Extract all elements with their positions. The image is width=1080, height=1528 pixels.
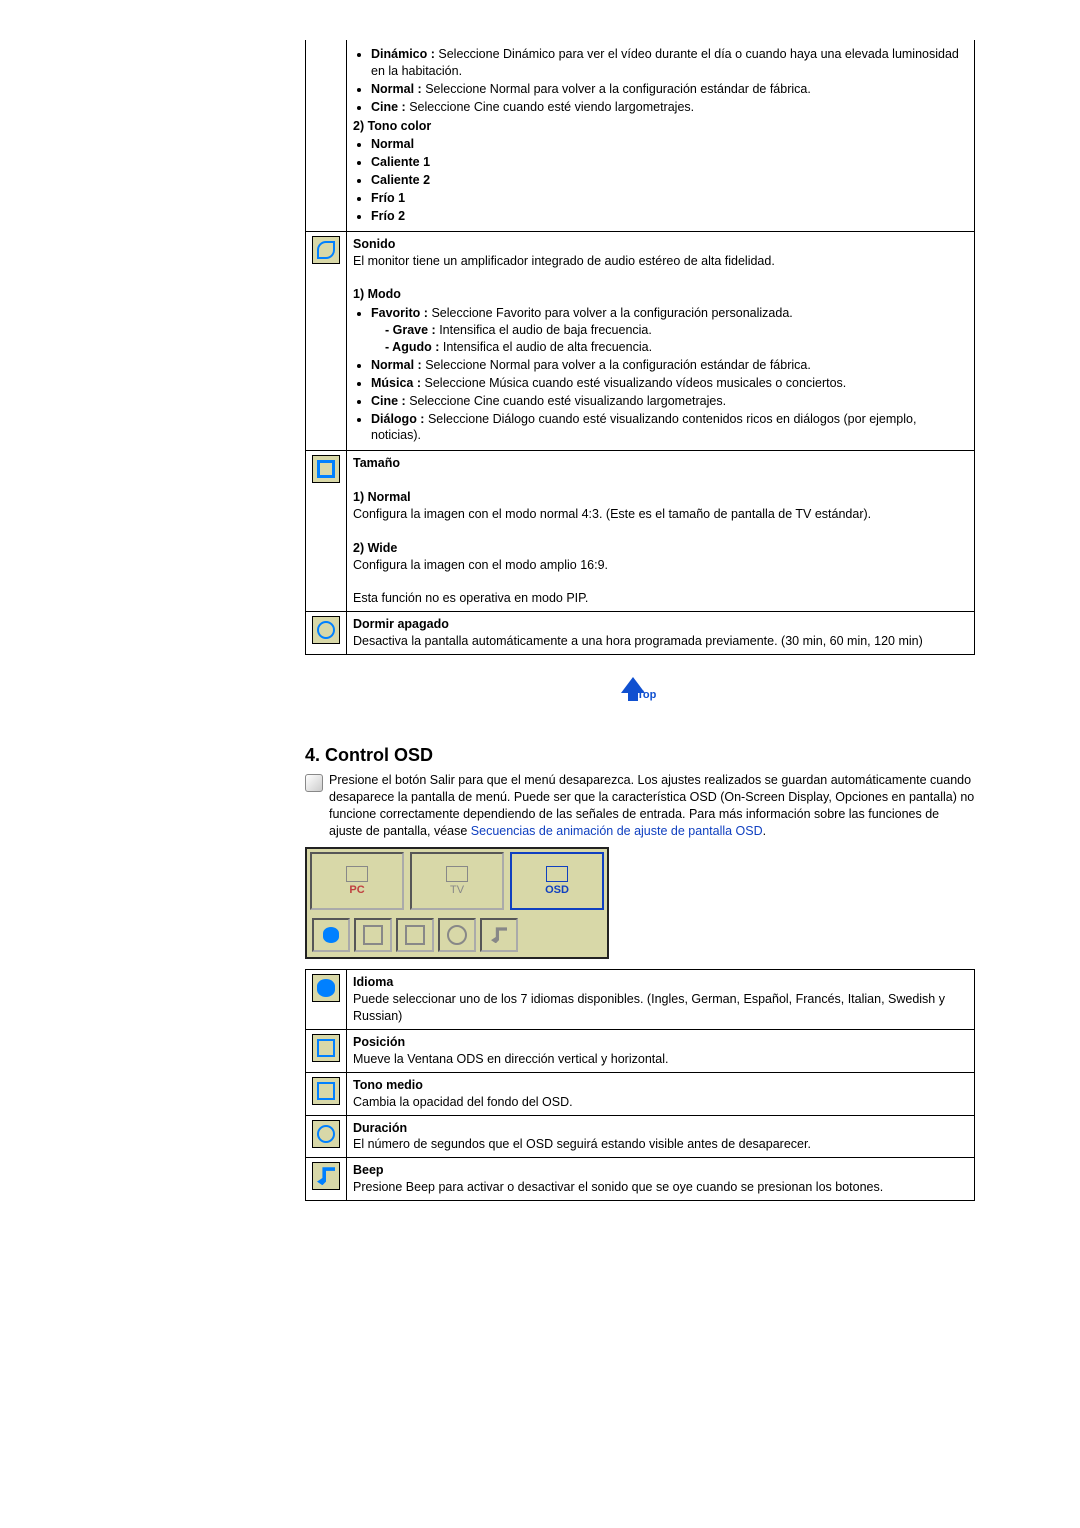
posición-icon (312, 1034, 340, 1062)
sleep-title: Dormir apagado (353, 616, 968, 633)
size-cell: Tamaño 1) Normal Configura la imagen con… (347, 451, 975, 612)
sound-title: Sonido (353, 236, 968, 253)
section-4-intro: Presione el botón Salir para que el menú… (329, 772, 975, 840)
beep-icon (312, 1162, 340, 1190)
osd-row-icon-cell (306, 970, 347, 1030)
osd-row-icon-cell (306, 1115, 347, 1158)
osd-animation-link[interactable]: Secuencias de animación de ajuste de pan… (471, 824, 763, 838)
back-to-top-link[interactable]: Top (617, 675, 663, 715)
sound-icon (312, 236, 340, 264)
osd-subicons (307, 913, 607, 957)
osd-sub-idioma[interactable] (312, 918, 350, 952)
osd-row-title: Idioma (353, 974, 968, 991)
image-modo-list: Dinámico : Seleccione Dinámico para ver … (371, 46, 968, 116)
osd-icon (546, 866, 568, 882)
sound-icon-cell (306, 231, 347, 451)
osd-row-desc: Cambia la opacidad del fondo del OSD. (353, 1094, 968, 1111)
osd-row-icon-cell (306, 1030, 347, 1073)
osd-row-desc: Puede seleccionar uno de los 7 idiomas d… (353, 991, 968, 1025)
size-wide-heading: 2) Wide (353, 540, 968, 557)
osd-sub-tono[interactable] (396, 918, 434, 952)
osd-tab-pc[interactable]: PC (310, 852, 404, 910)
osd-row-title: Duración (353, 1120, 968, 1137)
size-normal-desc: Configura la imagen con el modo normal 4… (353, 506, 968, 523)
size-wide-desc: Configura la imagen con el modo amplio 1… (353, 557, 968, 574)
osd-settings-table: IdiomaPuede seleccionar uno de los 7 idi… (305, 969, 975, 1201)
tv-icon (446, 866, 468, 882)
osd-sub-duracion[interactable] (438, 918, 476, 952)
size-note: Esta función no es operativa en modo PIP… (353, 590, 968, 607)
osd-row-icon-cell (306, 1072, 347, 1115)
osd-row-desc: El número de segundos que el OSD seguirá… (353, 1136, 968, 1153)
sound-modo-list: Favorito : Seleccione Favorito para volv… (371, 305, 968, 444)
sound-desc: El monitor tiene un amplificador integra… (353, 253, 968, 270)
size-normal-heading: 1) Normal (353, 489, 968, 506)
osd-row-icon-cell (306, 1158, 347, 1201)
osd-sub-posicion[interactable] (354, 918, 392, 952)
sound-cell: Sonido El monitor tiene un amplificador … (347, 231, 975, 451)
osd-row-text: IdiomaPuede seleccionar uno de los 7 idi… (347, 970, 975, 1030)
size-icon (312, 455, 340, 483)
osd-row-text: Tono medioCambia la opacidad del fondo d… (347, 1072, 975, 1115)
osd-row-title: Beep (353, 1162, 968, 1179)
osd-row-title: Posición (353, 1034, 968, 1051)
spacer-cell (306, 40, 347, 231)
sleep-cell: Dormir apagado Desactiva la pantalla aut… (347, 612, 975, 655)
sleep-icon-cell (306, 612, 347, 655)
osd-tab-tv[interactable]: TV (410, 852, 504, 910)
osd-tabs: PC TV OSD (307, 849, 607, 913)
size-title: Tamaño (353, 455, 968, 472)
osd-row-title: Tono medio (353, 1077, 968, 1094)
osd-row-text: DuraciónEl número de segundos que el OSD… (347, 1115, 975, 1158)
osd-row-text: PosiciónMueve la Ventana ODS en direcció… (347, 1030, 975, 1073)
top-label: Top (637, 689, 656, 701)
osd-preview-panel: PC TV OSD (305, 847, 609, 959)
osd-row-desc: Presione Beep para activar o desactivar … (353, 1179, 968, 1196)
sound-modo-heading: 1) Modo (353, 286, 968, 303)
tono-list: Normal Caliente 1 Caliente 2 Frío 1 Frío… (371, 136, 968, 224)
osd-row-text: BeepPresione Beep para activar o desacti… (347, 1158, 975, 1201)
osd-sub-beep[interactable] (480, 918, 518, 952)
osd-tab-osd[interactable]: OSD (510, 852, 604, 910)
duración-icon (312, 1120, 340, 1148)
image-modo-cell: Dinámico : Seleccione Dinámico para ver … (347, 40, 975, 231)
section-4-heading: 4. Control OSD (305, 745, 975, 766)
size-icon-cell (306, 451, 347, 612)
tono-medio-icon (312, 1077, 340, 1105)
osd-row-desc: Mueve la Ventana ODS en dirección vertic… (353, 1051, 968, 1068)
idioma-icon (312, 974, 340, 1002)
tono-heading: 2) Tono color (353, 118, 968, 135)
info-icon (305, 774, 323, 792)
pc-icon (346, 866, 368, 882)
tv-settings-table: Dinámico : Seleccione Dinámico para ver … (305, 40, 975, 655)
sleep-icon (312, 616, 340, 644)
sleep-desc: Desactiva la pantalla automáticamente a … (353, 633, 968, 650)
